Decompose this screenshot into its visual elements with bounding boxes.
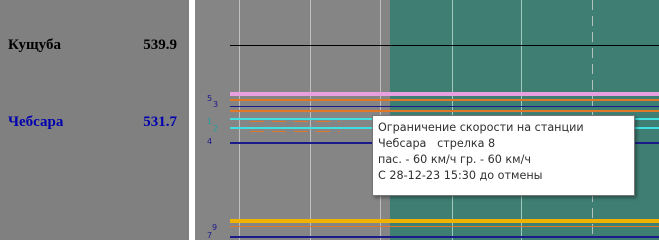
tooltip-title: Ограничение скорости на станции <box>378 121 584 134</box>
track-label-3: 3 <box>213 100 219 109</box>
grid-line <box>310 0 311 240</box>
grid-line <box>239 0 240 240</box>
track-9[interactable] <box>230 219 659 223</box>
track-label-9: 9 <box>212 223 218 232</box>
track-7[interactable] <box>230 236 659 238</box>
track-label-2: 2 <box>213 124 219 133</box>
track-label-7: 7 <box>207 231 213 240</box>
station-name-chebsara[interactable]: Чебсара <box>8 114 63 131</box>
track-orange-mid[interactable] <box>230 110 659 112</box>
track-2-restriction-dash[interactable] <box>250 131 340 132</box>
track-label-1: 1 <box>207 117 213 126</box>
station-name-kushchuba[interactable]: Кущуба <box>8 37 61 54</box>
track-navy-upper[interactable] <box>230 106 659 107</box>
station-panel: Кущуба 539.9 Чебсара 531.7 <box>0 0 189 240</box>
track-3[interactable] <box>230 99 659 101</box>
track-orange-lower[interactable] <box>230 226 659 227</box>
tooltip-location: Чебсара стрелка 8 <box>378 137 496 150</box>
track-label-5: 5 <box>207 94 213 103</box>
track-5[interactable] <box>230 92 659 96</box>
track-label-4: 4 <box>207 137 213 146</box>
track-1-restriction-dash[interactable] <box>250 121 340 122</box>
station-axis-kushchuba <box>230 45 659 46</box>
tooltip-speeds: пас. - 60 км/ч гр. - 60 км/ч <box>378 153 532 166</box>
station-km-kushchuba: 539.9 <box>143 37 177 53</box>
speed-restriction-tooltip: Ограничение скорости на станции Чебсара … <box>372 115 635 196</box>
station-km-chebsara: 531.7 <box>143 114 177 130</box>
tooltip-period: С 28-12-23 15:30 до отмены <box>378 169 543 182</box>
